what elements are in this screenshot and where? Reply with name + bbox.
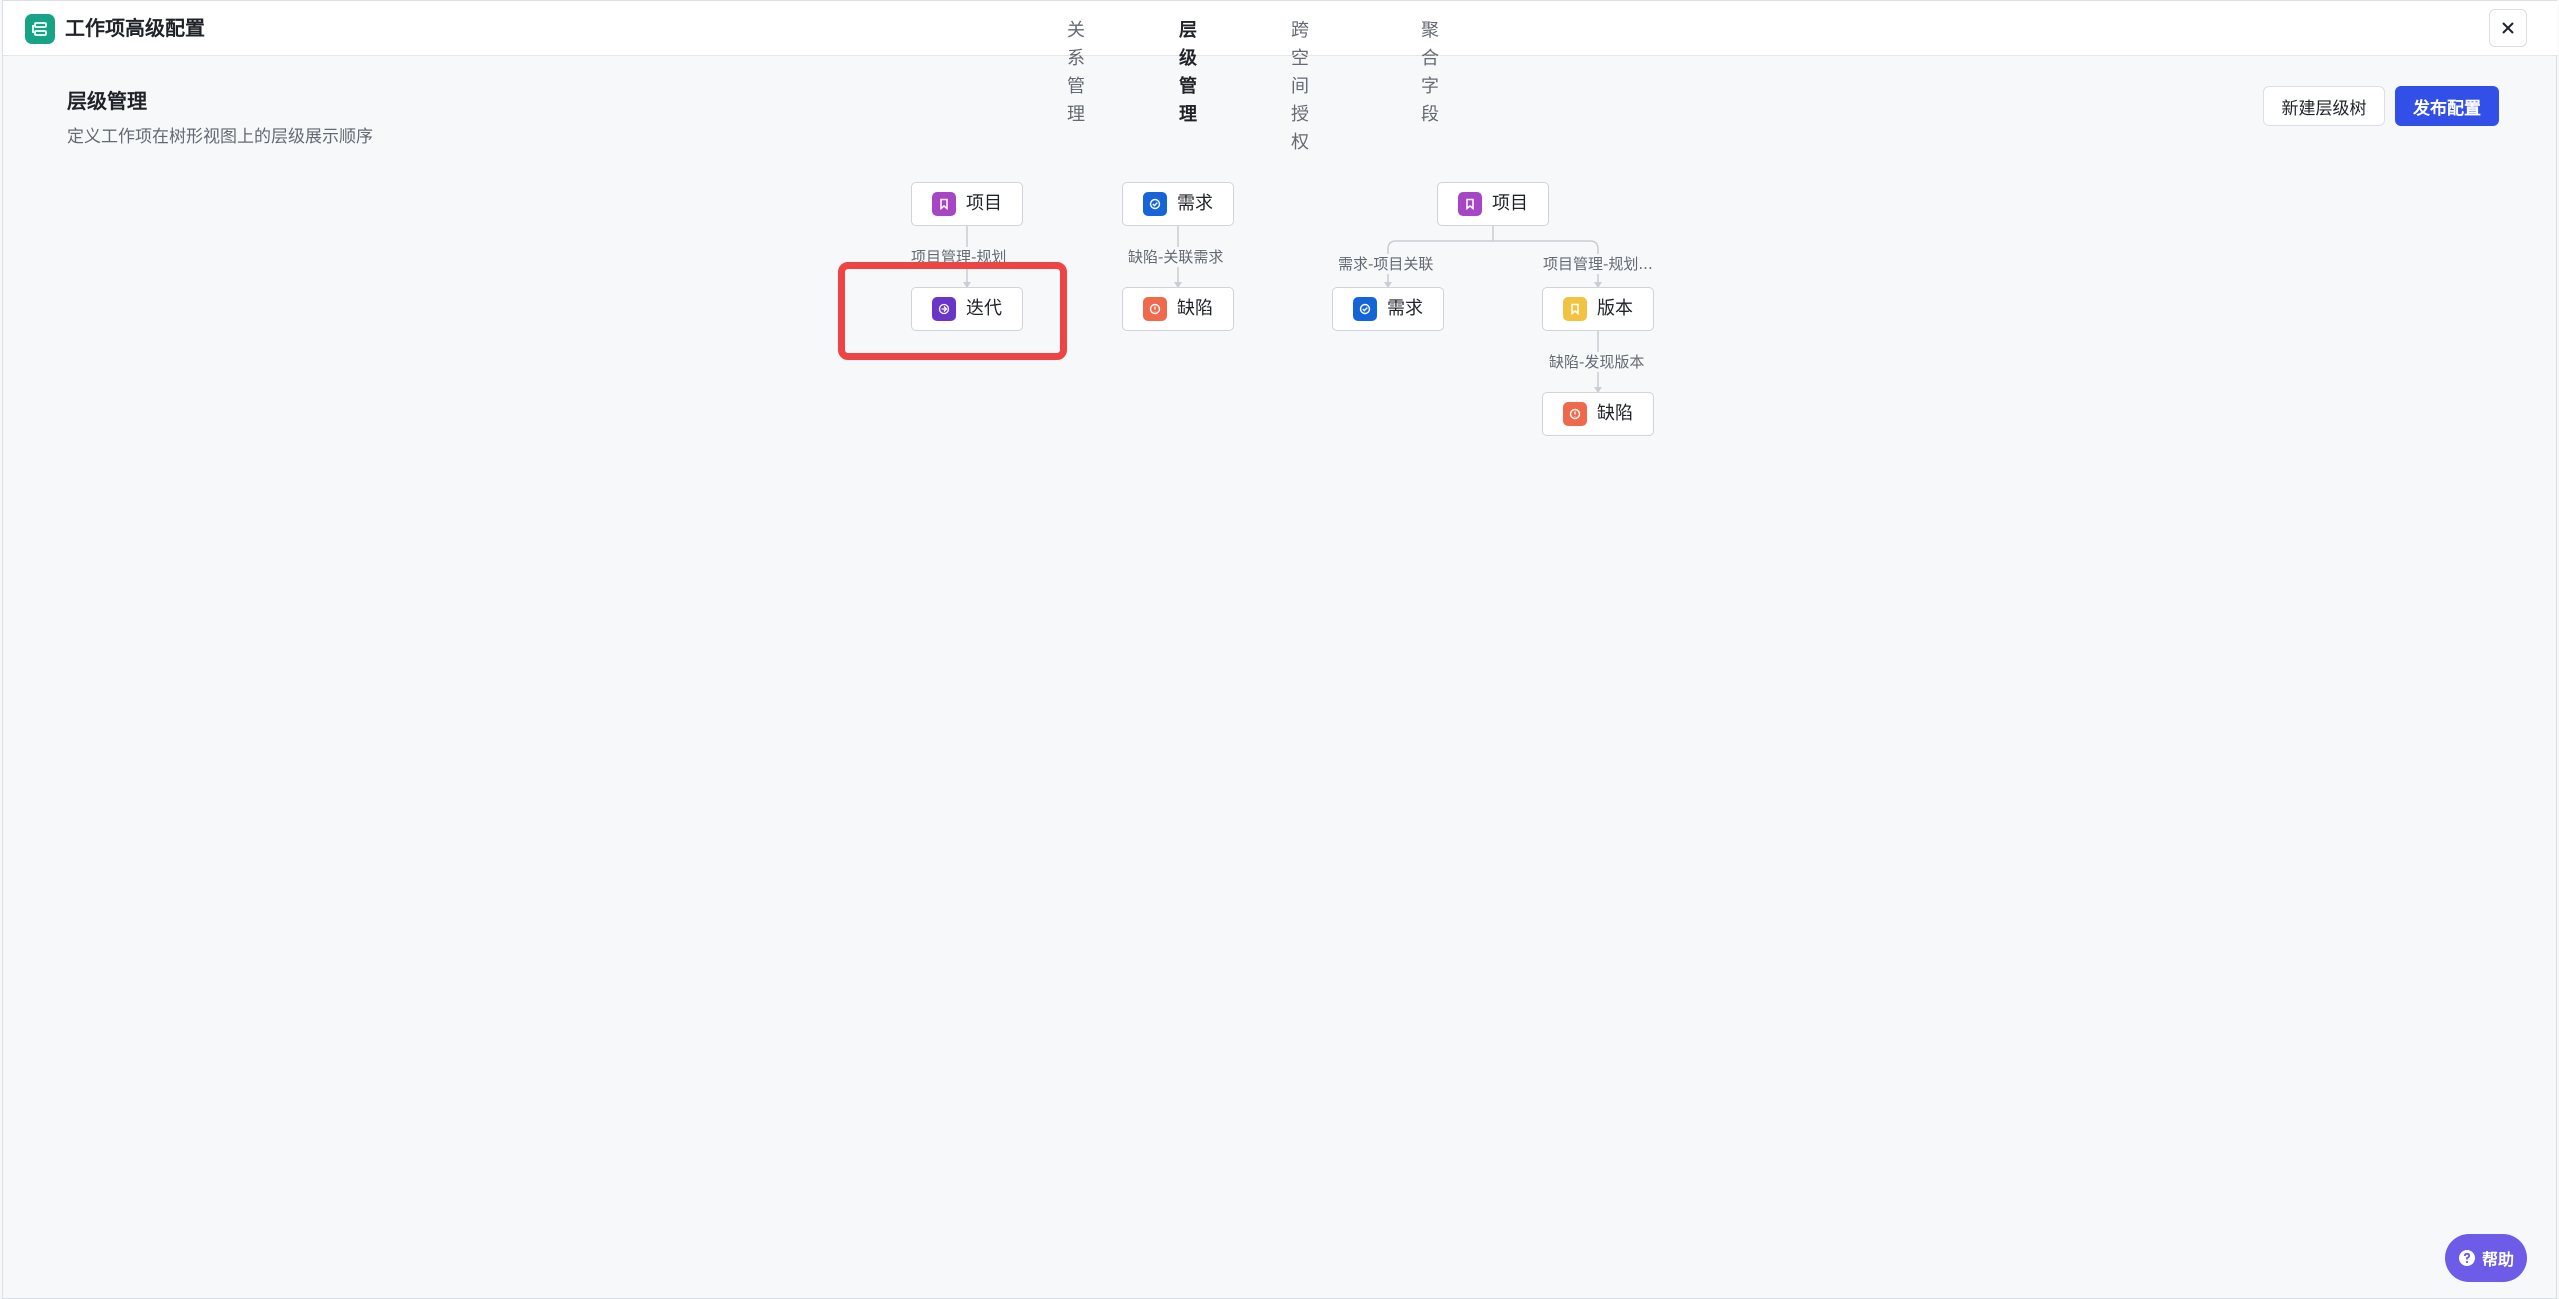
node-label: 缺陷 (1177, 298, 1213, 319)
tab-hierarchy-management[interactable]: 层级管理 (1179, 17, 1197, 129)
project-bookmark-icon (932, 192, 956, 216)
requirement-check-icon (1353, 297, 1377, 321)
tree-connectors (963, 226, 1602, 393)
top-header: 工作项高级配置 关系管理 层级管理 跨空间授权 聚合字段 (3, 1, 2558, 153)
page-description: 定义工作项在树形视图上的层级展示顺序 (67, 127, 373, 147)
tab-aggregate-fields[interactable]: 聚合字段 (1421, 17, 1439, 129)
tree3-right-child-node[interactable]: 版本 (1542, 287, 1654, 331)
node-label: 项目 (966, 193, 1002, 214)
tree2-child-node[interactable]: 缺陷 (1122, 287, 1234, 331)
tree3-grandchild-node[interactable]: 缺陷 (1542, 392, 1654, 436)
node-label: 需求 (1387, 298, 1423, 319)
tree2-root-node[interactable]: 需求 (1122, 182, 1234, 226)
app-title: 工作项高级配置 (65, 16, 205, 40)
tree3-left-child-node[interactable]: 需求 (1332, 287, 1444, 331)
tree3-root-node[interactable]: 项目 (1437, 182, 1549, 226)
node-label: 需求 (1177, 193, 1213, 214)
tab-cross-space-authorization[interactable]: 跨空间授权 (1291, 17, 1309, 157)
tree3-left-edge-label: 需求-项目关联 (1338, 254, 1434, 274)
app-logo-icon (25, 14, 55, 44)
help-button[interactable]: 帮助 (2445, 1234, 2527, 1282)
defect-alert-icon (1143, 297, 1167, 321)
tree3-grandchild-edge-label: 缺陷-发现版本 (1549, 352, 1645, 372)
help-question-icon (2458, 1250, 2475, 1266)
page-title: 层级管理 (67, 89, 147, 113)
tab-relation-management[interactable]: 关系管理 (1067, 17, 1085, 129)
tree1-root-node[interactable]: 项目 (911, 182, 1023, 226)
app-window: 工作项高级配置 关系管理 层级管理 跨空间授权 聚合字段 层级管理 定义工作项在… (2, 0, 2558, 1299)
defect-alert-icon (1563, 402, 1587, 426)
help-label: 帮助 (2481, 1250, 2514, 1269)
close-icon (2502, 22, 2514, 34)
requirement-check-icon (1143, 192, 1167, 216)
new-hierarchy-tree-button[interactable]: 新建层级树 (2263, 86, 2385, 126)
close-button[interactable] (2489, 9, 2527, 47)
project-bookmark-icon (1458, 192, 1482, 216)
publish-config-button[interactable]: 发布配置 (2395, 86, 2499, 126)
node-label: 版本 (1597, 298, 1633, 319)
tree2-edge-label: 缺陷-关联需求 (1128, 247, 1224, 267)
version-bookmark-icon (1563, 297, 1587, 321)
node-label: 缺陷 (1597, 403, 1633, 424)
tree3-right-edge-label: 项目管理-规划... (1543, 254, 1653, 274)
highlight-box (838, 262, 1067, 360)
node-label: 项目 (1492, 193, 1528, 214)
